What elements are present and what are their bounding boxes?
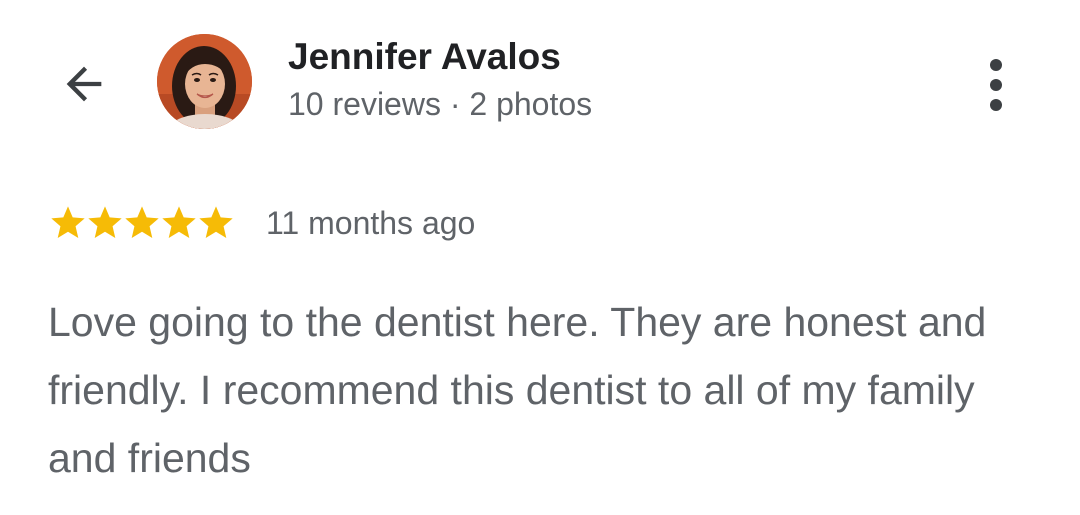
reviewer-name[interactable]: Jennifer Avalos — [288, 36, 561, 78]
star-rating — [48, 203, 233, 243]
profile-photo — [157, 34, 252, 129]
star-icon — [162, 206, 196, 238]
star-icon — [199, 206, 233, 238]
more-options-button[interactable] — [972, 52, 1020, 116]
star-icon — [125, 206, 159, 238]
star-icon — [51, 206, 85, 238]
reviewer-stats: 10 reviews · 2 photos — [288, 86, 593, 122]
review-time: 11 months ago — [266, 204, 476, 241]
star-icon — [88, 206, 122, 238]
avatar[interactable] — [157, 34, 252, 129]
rating-row: 11 months ago — [48, 200, 475, 246]
arrow-back-icon — [66, 66, 102, 102]
back-button[interactable] — [54, 56, 114, 112]
review-text: Love going to the dentist here. They are… — [48, 299, 987, 481]
more-vert-icon — [990, 59, 1002, 111]
